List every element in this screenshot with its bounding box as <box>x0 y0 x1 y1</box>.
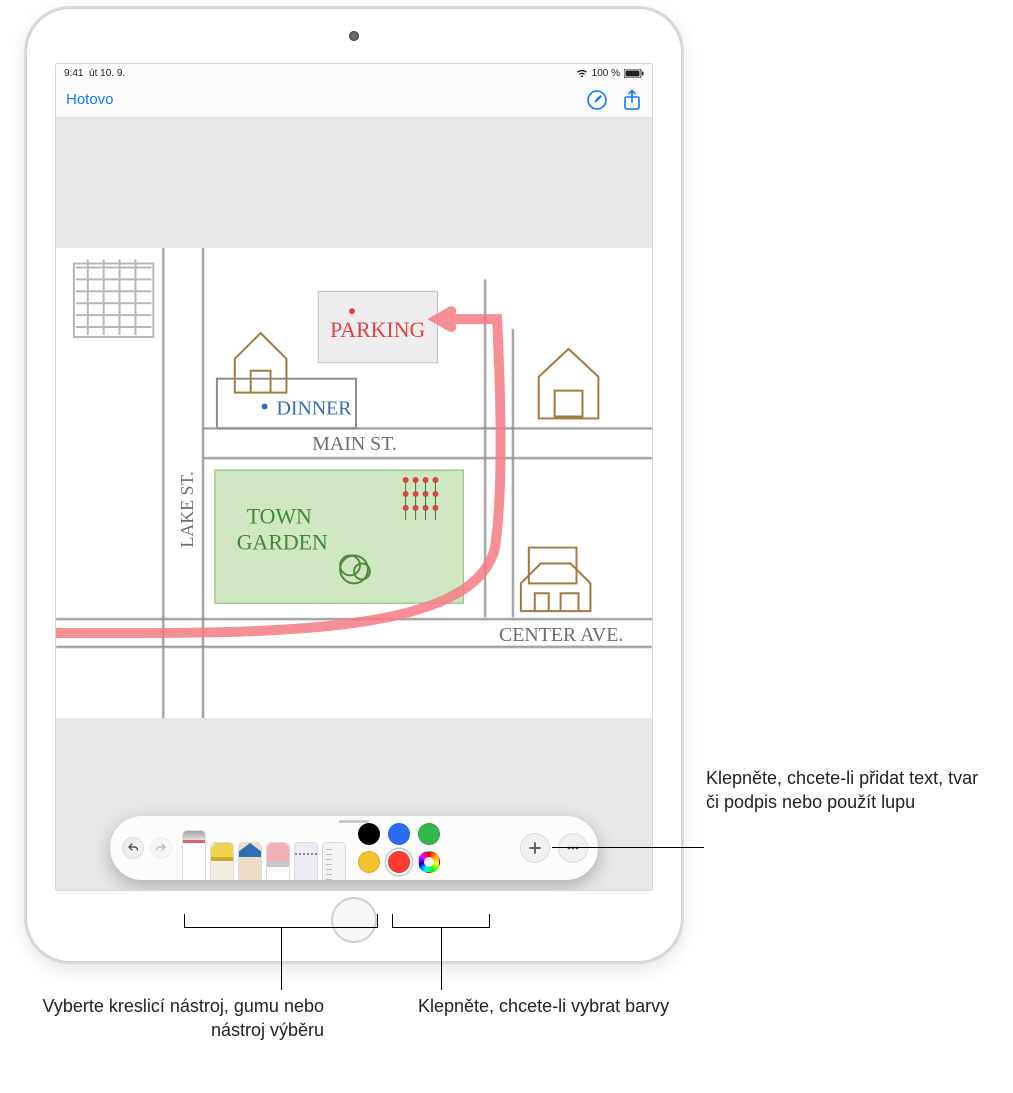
leader-tools <box>281 928 282 990</box>
add-button[interactable] <box>520 833 550 863</box>
tool-pencil[interactable] <box>238 842 262 880</box>
drawing-canvas[interactable]: PARKING DINNER MAIN ST. LAKE ST. TOWN GA… <box>56 248 652 718</box>
tool-ruler[interactable] <box>322 842 346 880</box>
sketch-label-garden: GARDEN <box>237 531 328 555</box>
color-picker-icon[interactable] <box>418 851 440 873</box>
front-camera <box>349 31 359 41</box>
done-button[interactable]: Hotovo <box>66 91 114 108</box>
color-green[interactable] <box>418 823 440 845</box>
sketch-label-town: TOWN <box>247 505 312 529</box>
status-time: 9:41 <box>64 68 83 79</box>
callout-colors: Klepněte, chcete-li vybrat barvy <box>418 994 678 1018</box>
sketch-label-lakest: LAKE ST. <box>177 471 197 547</box>
bracket-colors <box>392 914 490 928</box>
callout-add: Klepněte, chcete-li přidat text, tvar či… <box>706 766 986 815</box>
bracket-tools <box>184 914 378 928</box>
leader-colors <box>441 928 442 990</box>
more-button[interactable] <box>558 833 588 863</box>
markup-toolbar <box>110 816 598 880</box>
screen: 9:41 út 10. 9. 100 % Hotovo <box>55 63 653 891</box>
tool-picker <box>182 816 346 880</box>
sketch-label-dinner: DINNER <box>277 397 353 419</box>
share-icon[interactable] <box>622 89 642 111</box>
color-black[interactable] <box>358 823 380 845</box>
leader-add <box>552 847 704 848</box>
color-blue[interactable] <box>388 823 410 845</box>
battery-text: 100 % <box>592 68 620 79</box>
sketch-label-center: CENTER AVE. <box>499 624 623 646</box>
color-red[interactable] <box>388 851 410 873</box>
tool-pen[interactable] <box>182 830 206 880</box>
color-yellow[interactable] <box>358 851 380 873</box>
tool-eraser[interactable] <box>266 842 290 880</box>
nav-bar: Hotovo <box>56 82 652 118</box>
status-date: út 10. 9. <box>89 68 125 79</box>
sketch-label-mainst: MAIN ST. <box>312 433 397 455</box>
tool-marker[interactable] <box>210 842 234 880</box>
canvas-area[interactable]: PARKING DINNER MAIN ST. LAKE ST. TOWN GA… <box>56 118 652 890</box>
callout-tools: Vyberte kreslicí nástroj, gumu nebo nást… <box>34 994 324 1043</box>
redo-button[interactable] <box>150 837 172 859</box>
toolbar-drag-handle[interactable] <box>339 820 369 823</box>
undo-button[interactable] <box>122 837 144 859</box>
color-palette <box>358 823 440 873</box>
battery-icon <box>624 69 644 78</box>
tool-lasso[interactable] <box>294 842 318 880</box>
ipad-frame: 9:41 út 10. 9. 100 % Hotovo <box>26 8 682 962</box>
status-bar: 9:41 út 10. 9. 100 % <box>56 64 652 82</box>
markup-toggle-icon[interactable] <box>586 89 608 111</box>
sketch-label-parking: PARKING <box>330 318 425 342</box>
wifi-icon <box>576 69 588 78</box>
